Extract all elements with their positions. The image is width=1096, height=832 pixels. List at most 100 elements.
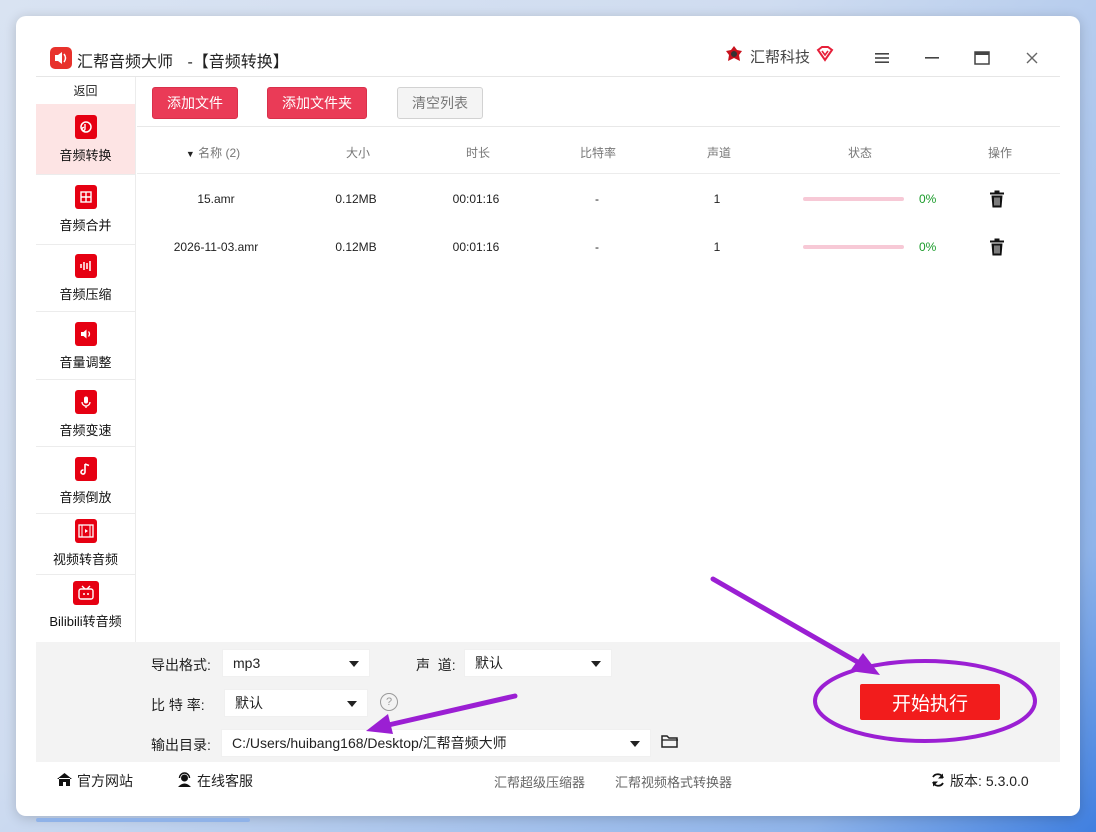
delete-icon[interactable]: [989, 190, 1005, 208]
maximize-icon[interactable]: [970, 46, 994, 70]
folder-open-icon[interactable]: [661, 733, 679, 754]
app-title-suffix: -【音频转换】: [187, 54, 289, 71]
version-label: 版本:: [950, 773, 982, 789]
converter-link[interactable]: 汇帮视频格式转换器: [615, 772, 732, 791]
help-icon[interactable]: ?: [380, 693, 398, 711]
add-folder-button[interactable]: 添加文件夹: [267, 87, 367, 119]
sort-desc-icon: ▼: [185, 149, 195, 159]
column-header-name[interactable]: ▼ 名称 (2): [182, 144, 244, 161]
version-info[interactable]: 版本: 5.3.0.0: [930, 771, 1029, 791]
column-header-duration: 时长: [465, 146, 490, 160]
bitrate-select-value: 默认: [235, 695, 263, 711]
output-dir-label: 输出目录:: [151, 737, 211, 753]
refresh-icon: [930, 772, 946, 791]
brand-name: 汇帮科技: [750, 48, 811, 66]
vip-icon[interactable]: [816, 45, 834, 67]
chevron-down-icon: [630, 741, 640, 747]
title-bar: 汇帮音频大师 -【音频转换】 汇帮科技: [16, 16, 1080, 76]
microphone-icon: [74, 390, 97, 414]
website-label: 官方网站: [77, 773, 133, 789]
sidebar-item-label: 音频变速: [59, 423, 112, 438]
row-bitrate: -: [595, 240, 599, 254]
home-icon: [56, 772, 73, 790]
row-size: 0.12MB: [335, 192, 377, 206]
back-link[interactable]: 返回: [36, 77, 135, 103]
convert-icon: [74, 115, 97, 139]
title-divider: [36, 76, 1060, 77]
row-filename: 2026-11-03.amr: [173, 240, 259, 254]
sidebar-item-audio-merge[interactable]: 音频合并: [36, 175, 135, 244]
sidebar-item-audio-compress[interactable]: 音频压缩: [36, 245, 135, 311]
channel-label: 声 道:: [416, 657, 456, 673]
column-header-action: 操作: [987, 146, 1012, 160]
format-select[interactable]: mp3: [222, 649, 370, 677]
app-logo-icon: [50, 47, 72, 69]
output-dir-select[interactable]: C:/Users/huibang168/Desktop/汇帮音频大师: [221, 729, 651, 757]
sidebar-item-label: 音量调整: [59, 355, 112, 370]
version-number: 5.3.0.0: [985, 773, 1029, 789]
menu-icon[interactable]: [870, 46, 894, 70]
row-size: 0.12MB: [335, 240, 377, 254]
volume-icon: [74, 322, 97, 346]
sidebar-item-video-to-audio[interactable]: 视频转音频: [36, 514, 135, 574]
compressor-link[interactable]: 汇帮超级压缩器: [494, 772, 585, 791]
sidebar-item-audio-speed[interactable]: 音频变速: [36, 380, 135, 446]
sidebar-item-audio-convert[interactable]: 音频转换: [36, 104, 135, 174]
sidebar-item-audio-reverse[interactable]: 音频倒放: [36, 447, 135, 513]
close-icon[interactable]: [1020, 46, 1044, 70]
taskbar-indicator: [36, 818, 250, 822]
row-channel: 1: [713, 192, 721, 206]
merge-icon: [74, 185, 97, 209]
website-link[interactable]: 官方网站: [56, 771, 133, 791]
app-window: 汇帮音频大师 -【音频转换】 汇帮科技 返回 音频转换 音频合并 音频压缩 音量…: [16, 16, 1080, 816]
row-progress-bar: [803, 245, 904, 249]
row-duration: 00:01:16: [452, 240, 500, 254]
start-button[interactable]: 开始执行: [860, 684, 1000, 720]
column-header-name-label: 名称: [198, 146, 223, 160]
brand-logo-icon: [724, 44, 744, 68]
row-percent: 0%: [919, 192, 937, 206]
compress-icon: [74, 254, 97, 278]
support-label: 在线客服: [197, 773, 253, 789]
app-name: 汇帮音频大师: [77, 54, 174, 71]
brand: 汇帮科技: [724, 44, 834, 68]
app-title: 汇帮音频大师 -【音频转换】: [77, 48, 289, 72]
bitrate-label: 比 特 率:: [151, 697, 205, 713]
clear-list-button[interactable]: 清空列表: [397, 87, 483, 119]
row-bitrate: -: [595, 192, 599, 206]
sidebar-item-label: 音频转换: [59, 148, 112, 163]
chevron-down-icon: [349, 661, 359, 667]
sidebar-item-label: 音频压缩: [59, 287, 112, 302]
channel-select[interactable]: 默认: [464, 649, 612, 677]
table-header-divider: [137, 173, 1060, 174]
sidebar-item-label: 音频合并: [59, 218, 112, 233]
bilibili-tv-icon: [72, 581, 99, 605]
row-duration: 00:01:16: [452, 192, 500, 206]
column-header-name-count: (2): [225, 146, 241, 160]
chevron-down-icon: [347, 701, 357, 707]
output-dir-value: C:/Users/huibang168/Desktop/汇帮音频大师: [232, 735, 507, 751]
row-progress-bar: [803, 197, 904, 201]
sidebar-item-label: Bilibili转音频: [49, 614, 122, 629]
row-percent: 0%: [919, 240, 937, 254]
format-select-value: mp3: [233, 655, 261, 671]
chevron-down-icon: [591, 661, 601, 667]
sidebar-item-label: 视频转音频: [52, 552, 118, 567]
sidebar-item-label: 音频倒放: [59, 490, 112, 505]
minimize-icon[interactable]: [920, 46, 944, 70]
support-link[interactable]: 在线客服: [176, 771, 253, 791]
column-header-size: 大小: [345, 146, 370, 160]
add-file-button[interactable]: 添加文件: [152, 87, 238, 119]
channel-select-value: 默认: [475, 655, 503, 671]
sidebar-item-volume-adjust[interactable]: 音量调整: [36, 312, 135, 379]
delete-icon[interactable]: [989, 238, 1005, 256]
column-header-status: 状态: [847, 146, 872, 160]
sidebar-item-bilibili-to-audio[interactable]: Bilibili转音频: [36, 575, 135, 642]
bitrate-select[interactable]: 默认: [224, 689, 368, 717]
column-header-channel: 声道: [706, 146, 731, 160]
row-channel: 1: [713, 240, 721, 254]
format-label: 导出格式:: [151, 657, 211, 673]
column-header-bitrate: 比特率: [579, 146, 616, 160]
music-note-icon: [74, 457, 97, 481]
sidebar: 返回 音频转换 音频合并 音频压缩 音量调整 音频变速 音频倒放 视频转音频 B…: [36, 77, 136, 642]
